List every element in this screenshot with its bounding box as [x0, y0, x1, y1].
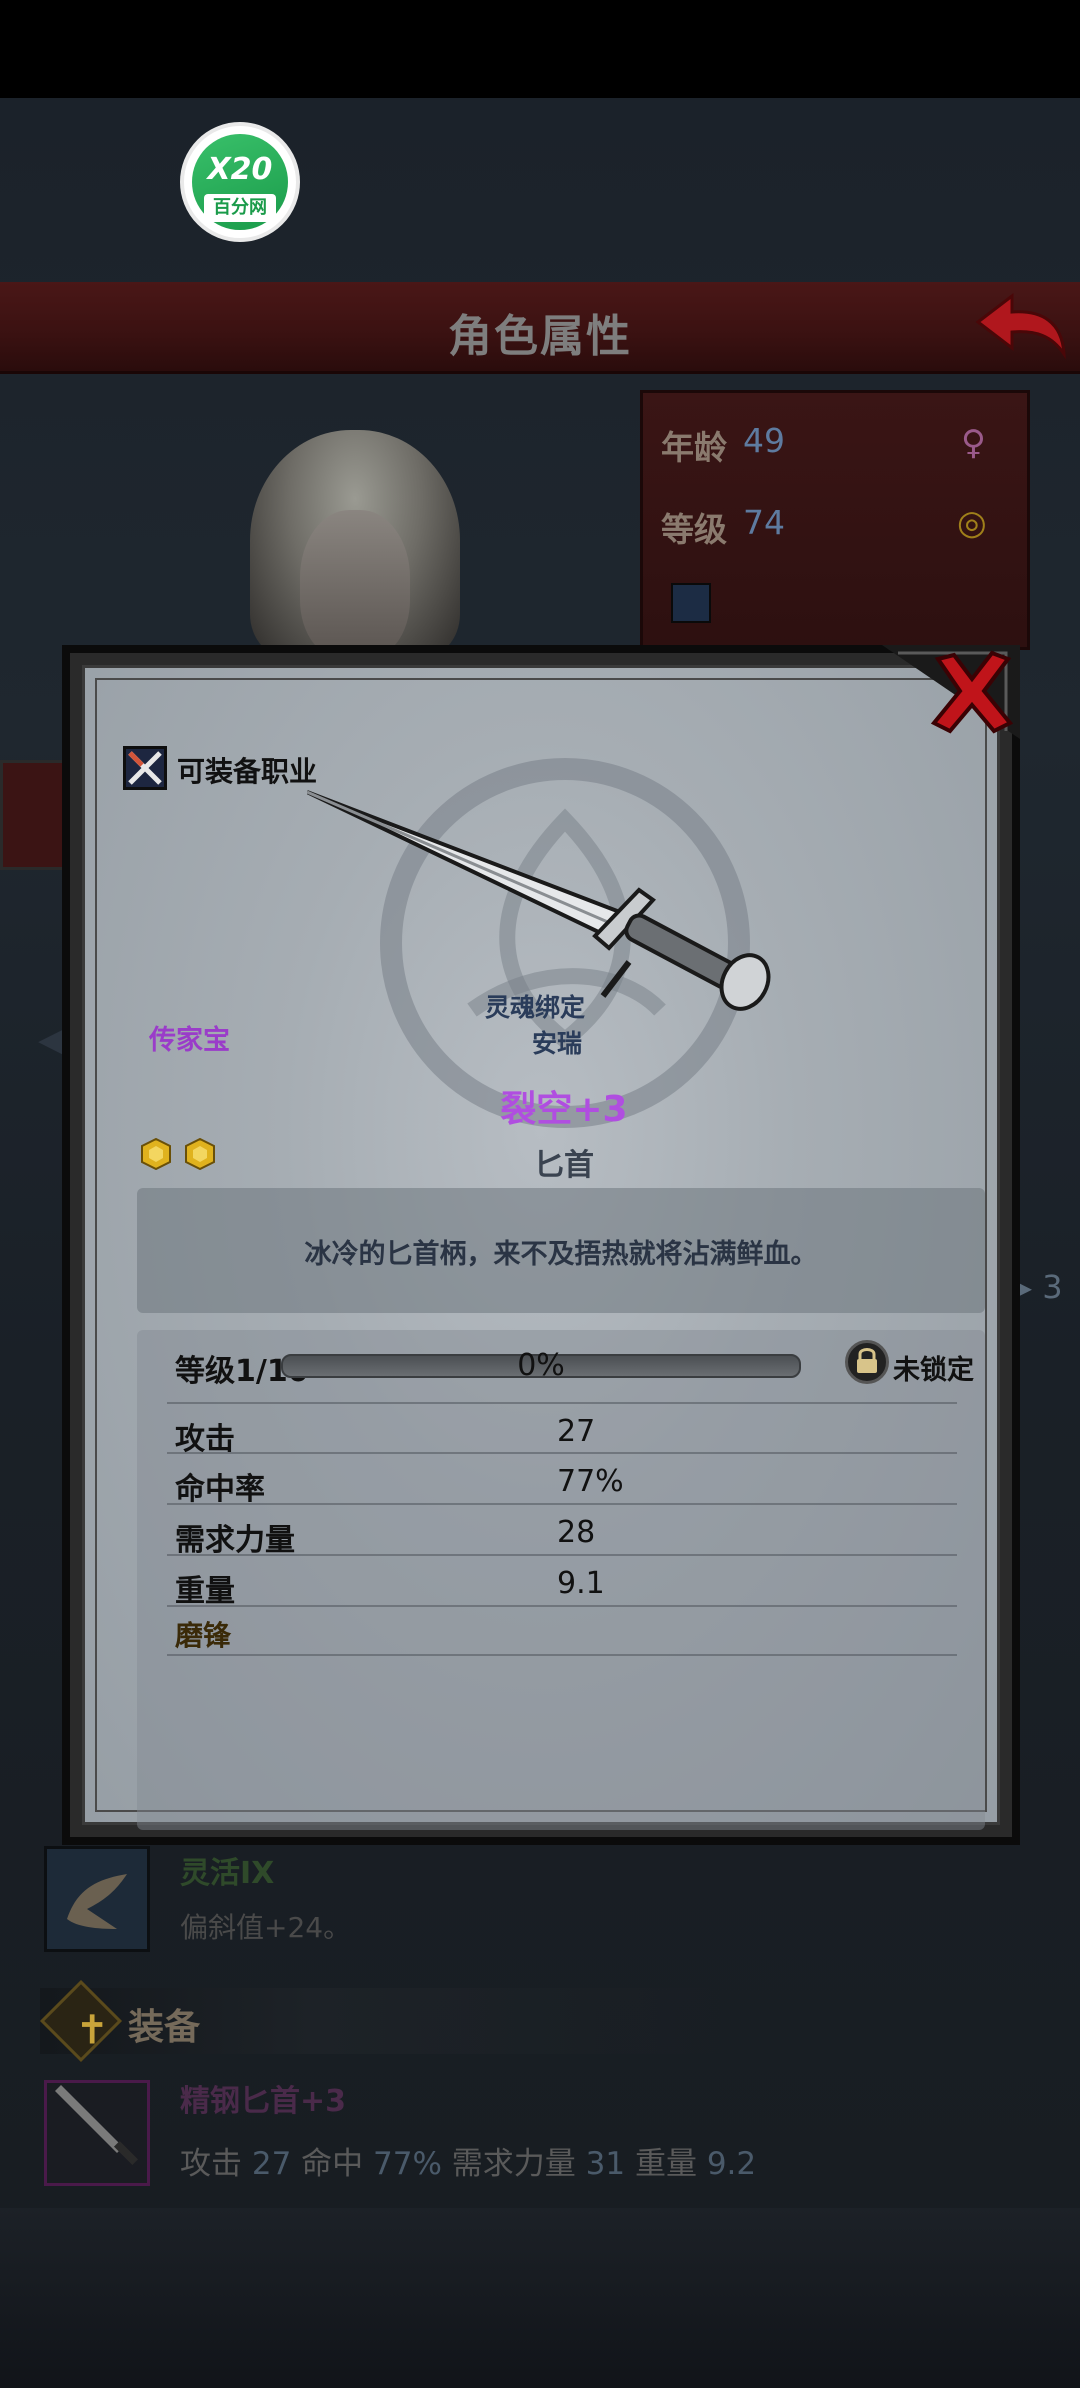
- dialog-body: 可装备职业 传家宝 灵魂绑定 安瑞 裂空+3 匕首 冰冷的匕首柄，来不及捂热就将…: [82, 665, 1000, 1830]
- sharpen-label: 磨锋: [175, 1619, 232, 1652]
- stat-strength-value: 28: [557, 1515, 596, 1550]
- stat-weight-value: 9.1: [557, 1566, 605, 1601]
- soulbound-label: 灵魂绑定: [485, 993, 586, 1022]
- item-detail-dialog: 可装备职业 传家宝 灵魂绑定 安瑞 裂空+3 匕首 冰冷的匕首柄，来不及捂热就将…: [62, 645, 1020, 1845]
- stat-strength-label: 需求力量: [175, 1523, 295, 1558]
- soulbound-owner: 安瑞: [532, 1029, 583, 1058]
- item-stats-box: 等级1/10 0% 未锁定 攻击 27 命中率 77% 需求力量 28 重量 9…: [137, 1330, 985, 1830]
- stat-hit-label: 命中率: [175, 1472, 265, 1507]
- level-percent: 0%: [517, 1348, 565, 1383]
- background-bottom: [0, 2208, 1080, 2388]
- lock-icon[interactable]: [845, 1340, 889, 1384]
- item-type: 匕首: [534, 1148, 594, 1183]
- stat-attack-value: 27: [557, 1414, 596, 1449]
- item-description: 冰冷的匕首柄，来不及捂热就将沾满鲜血。: [304, 1239, 818, 1270]
- close-button[interactable]: [926, 649, 1016, 735]
- item-name: 裂空+3: [500, 1089, 628, 1130]
- stat-weight-label: 重量: [175, 1574, 235, 1609]
- rarity-label: 传家宝: [149, 1025, 230, 1056]
- status-strip: [0, 0, 1080, 98]
- close-icon: [930, 650, 1014, 734]
- equippable-class-label: 可装备职业: [177, 755, 318, 788]
- class-swords-icon[interactable]: [123, 746, 167, 790]
- lock-status-label: 未锁定: [893, 1355, 974, 1386]
- stat-hit-value: 77%: [557, 1464, 624, 1499]
- description-box: 冰冷的匕首柄，来不及捂热就将沾满鲜血。: [137, 1188, 985, 1313]
